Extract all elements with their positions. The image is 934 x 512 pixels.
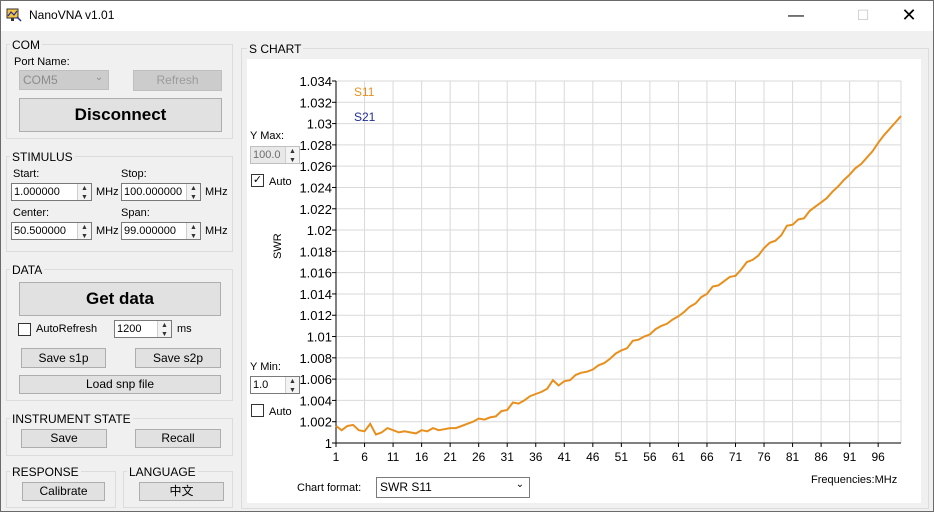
s11-series-line: [335, 115, 902, 436]
x-tick-label: 81: [786, 450, 800, 464]
y-tick-label: 1.022: [299, 202, 332, 217]
y-tick-label: 1.008: [299, 351, 332, 366]
stop-unit-label: MHz: [205, 186, 228, 198]
maximize-button[interactable]: ☐: [840, 1, 886, 31]
spin-updown-icon[interactable]: ▲ ▼: [77, 184, 91, 201]
y-tick-label: 1: [325, 436, 332, 451]
span-unit-label: MHz: [205, 225, 228, 237]
close-button[interactable]: ✕: [886, 1, 932, 31]
port-name-label: Port Name:: [14, 56, 70, 68]
x-tick-label: 6: [361, 450, 368, 464]
load-snp-button[interactable]: Load snp file: [19, 375, 221, 394]
language-group-label: LANGUAGE: [127, 465, 198, 479]
recall-state-button[interactable]: Recall: [135, 429, 221, 448]
y-tick-label: 1.02: [307, 223, 332, 238]
response-group-label: RESPONSE: [10, 465, 81, 479]
y-tick-label: 1.014: [299, 287, 332, 302]
legend-s11: S11: [354, 85, 375, 99]
stimulus-group-label: STIMULUS: [10, 150, 75, 164]
y-tick-label: 1.018: [299, 244, 332, 259]
app-window: NanoVNA v1.01 — ☐ ✕ COM Port Name: COM5 …: [0, 0, 934, 512]
autorefresh-checkbox[interactable]: [18, 323, 31, 336]
x-tick-label: 76: [757, 450, 771, 464]
y-tick-label: 1.03: [307, 117, 332, 132]
refresh-button[interactable]: Refresh: [133, 70, 222, 91]
x-tick-label: 31: [501, 450, 515, 464]
x-tick-label: 91: [843, 450, 857, 464]
x-tick-label: 86: [814, 450, 828, 464]
chart-format-label: Chart format:: [297, 482, 362, 494]
spin-updown-icon[interactable]: ▲ ▼: [157, 321, 171, 338]
x-tick-label: 46: [586, 450, 600, 464]
language-button[interactable]: 中文: [139, 482, 224, 501]
spin-updown-icon[interactable]: ▲ ▼: [186, 223, 200, 240]
start-frequency-input[interactable]: 1.000000 ▲ ▼: [11, 183, 92, 201]
data-group-label: DATA: [10, 263, 45, 277]
y-tick-label: 1.004: [299, 393, 332, 408]
save-s1p-button[interactable]: Save s1p: [21, 348, 106, 368]
s-chart-group-label: S CHART: [247, 42, 304, 56]
x-tick-label: 11: [387, 450, 400, 464]
window-title: NanoVNA v1.01: [29, 8, 115, 22]
port-value: COM5: [23, 73, 58, 87]
x-tick-label: 16: [415, 450, 429, 464]
y-tick-label: 1.01: [307, 330, 332, 345]
x-tick-label: 21: [443, 450, 457, 464]
x-tick-label: 36: [529, 450, 543, 464]
autorefresh-interval-input[interactable]: 1200 ▲ ▼: [114, 320, 172, 338]
y-tick-label: 1.012: [299, 308, 332, 323]
stop-label: Stop:: [121, 168, 147, 180]
x-tick-label: 71: [729, 450, 743, 464]
x-tick-label: 61: [672, 450, 686, 464]
center-label: Center:: [13, 207, 50, 219]
x-tick-label: 56: [643, 450, 657, 464]
center-unit-label: MHz: [96, 225, 119, 237]
calibrate-button[interactable]: Calibrate: [22, 482, 105, 501]
y-tick-label: 1.026: [299, 159, 332, 174]
save-state-button[interactable]: Save: [21, 429, 107, 448]
spin-updown-icon[interactable]: ▲ ▼: [186, 184, 200, 201]
x-tick-label: 51: [615, 450, 629, 464]
x-tick-label: 26: [472, 450, 486, 464]
x-tick-label: 1: [333, 450, 340, 464]
y-tick-label: 1.024: [299, 180, 332, 195]
start-label: Start:: [13, 168, 40, 180]
center-frequency-input[interactable]: 50.500000 ▲ ▼: [11, 222, 92, 240]
y-tick-label: 1.032: [299, 95, 332, 110]
save-s2p-button[interactable]: Save s2p: [135, 348, 221, 368]
y-tick-label: 1.002: [299, 415, 332, 430]
span-frequency-input[interactable]: 99.000000 ▲ ▼: [121, 222, 201, 240]
get-data-button[interactable]: Get data: [19, 282, 221, 316]
com-group-label: COM: [10, 38, 42, 52]
x-tick-label: 66: [700, 450, 714, 464]
title-bar: NanoVNA v1.01 — ☐ ✕: [1, 1, 933, 31]
frequencies-unit-label: Frequencies:MHz: [811, 474, 898, 486]
stop-frequency-input[interactable]: 100.000000 ▲ ▼: [121, 183, 201, 201]
spin-updown-icon[interactable]: ▲ ▼: [77, 223, 91, 240]
nanovna-app-icon: [6, 8, 22, 22]
autorefresh-label: AutoRefresh: [36, 323, 98, 335]
y-tick-label: 1.028: [299, 138, 332, 153]
chevron-down-icon: ⌄: [515, 479, 525, 490]
port-select[interactable]: COM5 ⌄: [19, 70, 109, 90]
start-unit-label: MHz: [96, 186, 119, 198]
interval-unit-label: ms: [177, 323, 192, 335]
chart-format-select[interactable]: SWR S11 ⌄: [376, 477, 530, 498]
chevron-down-icon: ⌄: [94, 72, 104, 83]
instrument-state-label: INSTRUMENT STATE: [10, 412, 133, 426]
minimize-button[interactable]: —: [773, 1, 819, 31]
x-tick-label: 96: [871, 450, 885, 464]
legend-s21: S21: [354, 110, 376, 124]
disconnect-button[interactable]: Disconnect: [19, 98, 222, 132]
y-tick-label: 1.034: [299, 74, 332, 89]
span-label: Span:: [121, 207, 150, 219]
swr-chart: 1 1.002 1.004 1.006 1.008 1.01 1.012 1.014 1.016…: [299, 74, 902, 464]
y-tick-label: 1.016: [299, 266, 332, 281]
y-tick-label: 1.006: [299, 372, 332, 387]
x-tick-label: 41: [558, 450, 572, 464]
